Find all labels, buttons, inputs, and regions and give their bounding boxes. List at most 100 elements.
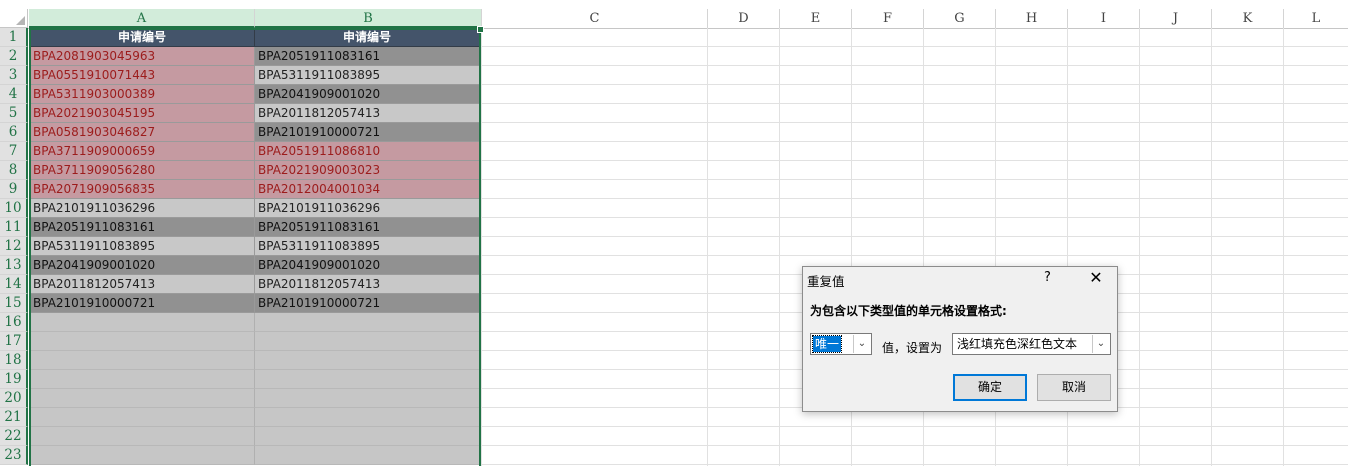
cell-header-b[interactable]: 申请编号 xyxy=(255,28,480,47)
cell-a[interactable]: BPA0551910071443 xyxy=(30,66,255,85)
value-type-selected: 唯一 xyxy=(811,335,843,353)
cell-b-empty[interactable] xyxy=(255,313,480,332)
cell-a-empty[interactable] xyxy=(30,408,255,427)
column-header-a[interactable]: A xyxy=(29,9,255,28)
row-header-1[interactable]: 1 xyxy=(0,28,28,47)
ok-button[interactable]: 确定 xyxy=(953,374,1027,401)
cell-b[interactable]: BPA2051911086810 xyxy=(255,142,480,161)
cell-b[interactable]: BPA2051911083161 xyxy=(255,47,480,66)
gridline xyxy=(481,103,1348,104)
column-header-e[interactable]: E xyxy=(780,9,852,28)
column-header-f[interactable]: F xyxy=(852,9,924,28)
cell-a[interactable]: BPA2021903045195 xyxy=(30,104,255,123)
close-icon[interactable]: ✕ xyxy=(1087,268,1105,288)
column-header-b[interactable]: B xyxy=(255,9,482,28)
select-all-corner[interactable] xyxy=(0,9,28,28)
cell-b-empty[interactable] xyxy=(255,389,480,408)
row-header-20[interactable]: 20 xyxy=(0,389,28,408)
cell-b[interactable]: BPA2041909001020 xyxy=(255,85,480,104)
row-header-12[interactable]: 12 xyxy=(0,237,28,256)
cell-b[interactable]: BPA5311911083895 xyxy=(255,237,480,256)
row-header-6[interactable]: 6 xyxy=(0,123,28,142)
column-header-k[interactable]: K xyxy=(1212,9,1284,28)
column-header-h[interactable]: H xyxy=(996,9,1068,28)
row-header-9[interactable]: 9 xyxy=(0,180,28,199)
cell-b-empty[interactable] xyxy=(255,370,480,389)
row-header-4[interactable]: 4 xyxy=(0,85,28,104)
column-header-j[interactable]: J xyxy=(1140,9,1212,28)
gridline xyxy=(481,198,1348,199)
cell-b[interactable]: BPA2011812057413 xyxy=(255,104,480,123)
row-header-7[interactable]: 7 xyxy=(0,142,28,161)
cell-a-empty[interactable] xyxy=(30,313,255,332)
cell-b[interactable]: BPA2011812057413 xyxy=(255,275,480,294)
row-header-3[interactable]: 3 xyxy=(0,66,28,85)
format-dropdown[interactable]: 浅红填充色深红色文本 ⌄ xyxy=(952,333,1111,355)
cell-a[interactable]: BPA2081903045963 xyxy=(30,47,255,66)
cell-a[interactable]: BPA3711909000659 xyxy=(30,142,255,161)
row-header-2[interactable]: 2 xyxy=(0,47,28,66)
cell-b[interactable]: BPA2041909001020 xyxy=(255,256,480,275)
cell-a[interactable]: BPA5311903000389 xyxy=(30,85,255,104)
value-type-dropdown[interactable]: 唯一 ⌄ xyxy=(810,333,872,355)
cell-header-a[interactable]: 申请编号 xyxy=(30,28,255,47)
chevron-down-icon[interactable]: ⌄ xyxy=(853,335,870,353)
cell-a[interactable]: BPA5311911083895 xyxy=(30,237,255,256)
gridline xyxy=(481,28,482,466)
cell-a[interactable]: BPA2101910000721 xyxy=(30,294,255,313)
cell-b[interactable]: BPA2101910000721 xyxy=(255,123,480,142)
cell-a[interactable]: BPA2041909001020 xyxy=(30,256,255,275)
row-header-15[interactable]: 15 xyxy=(0,294,28,313)
cell-b-empty[interactable] xyxy=(255,446,480,465)
cell-b-empty[interactable] xyxy=(255,332,480,351)
cell-a[interactable]: BPA3711909056280 xyxy=(30,161,255,180)
column-header-l[interactable]: L xyxy=(1284,9,1348,28)
row-header-23[interactable]: 23 xyxy=(0,446,28,465)
spreadsheet: A B C D E F G H I J K L 1 2 3 4 5 6 7 8 9 10 11 12 13 14 15 16 17 18 1… xyxy=(0,0,1348,466)
row-header-8[interactable]: 8 xyxy=(0,161,28,180)
cell-a-empty[interactable] xyxy=(30,351,255,370)
cell-b-empty[interactable] xyxy=(255,408,480,427)
row-header-16[interactable]: 16 xyxy=(0,313,28,332)
row-header-13[interactable]: 13 xyxy=(0,256,28,275)
row-header-17[interactable]: 17 xyxy=(0,332,28,351)
column-header-g[interactable]: G xyxy=(924,9,996,28)
format-selected: 浅红填充色深红色文本 xyxy=(957,337,1078,351)
cell-b[interactable]: BPA2012004001034 xyxy=(255,180,480,199)
row-header-19[interactable]: 19 xyxy=(0,370,28,389)
row-header-22[interactable]: 22 xyxy=(0,427,28,446)
cell-a[interactable]: BPA2071909056835 xyxy=(30,180,255,199)
cell-a-empty[interactable] xyxy=(30,370,255,389)
cell-a[interactable]: BPA0581903046827 xyxy=(30,123,255,142)
cell-a-empty[interactable] xyxy=(30,332,255,351)
cancel-button[interactable]: 取消 xyxy=(1037,374,1111,401)
column-header-d[interactable]: D xyxy=(708,9,780,28)
row-header-21[interactable]: 21 xyxy=(0,408,28,427)
cell-b[interactable]: BPA2051911083161 xyxy=(255,218,480,237)
help-icon[interactable]: ? xyxy=(1044,270,1051,285)
cell-b[interactable]: BPA2021909003023 xyxy=(255,161,480,180)
cell-a[interactable]: BPA2101911036296 xyxy=(30,199,255,218)
cell-b-empty[interactable] xyxy=(255,427,480,446)
cell-a[interactable]: BPA2051911083161 xyxy=(30,218,255,237)
gridline xyxy=(481,255,1348,256)
row-header-14[interactable]: 14 xyxy=(0,275,28,294)
row-header-10[interactable]: 10 xyxy=(0,199,28,218)
chevron-down-icon[interactable]: ⌄ xyxy=(1092,335,1109,353)
cell-b[interactable]: BPA5311911083895 xyxy=(255,66,480,85)
row-header-5[interactable]: 5 xyxy=(0,104,28,123)
cell-a-empty[interactable] xyxy=(30,389,255,408)
cell-b[interactable]: BPA2101910000721 xyxy=(255,294,480,313)
column-header-i[interactable]: I xyxy=(1068,9,1140,28)
row-header-18[interactable]: 18 xyxy=(0,351,28,370)
column-header-c[interactable]: C xyxy=(482,9,708,28)
cell-a-empty[interactable] xyxy=(30,427,255,446)
gridline xyxy=(481,426,1348,427)
cell-a[interactable]: BPA2011812057413 xyxy=(30,275,255,294)
cell-a-empty[interactable] xyxy=(30,446,255,465)
row-header-11[interactable]: 11 xyxy=(0,218,28,237)
cell-b[interactable]: BPA2101911036296 xyxy=(255,199,480,218)
cell-b-empty[interactable] xyxy=(255,351,480,370)
fill-handle[interactable] xyxy=(477,26,484,33)
gridline xyxy=(1211,28,1212,466)
